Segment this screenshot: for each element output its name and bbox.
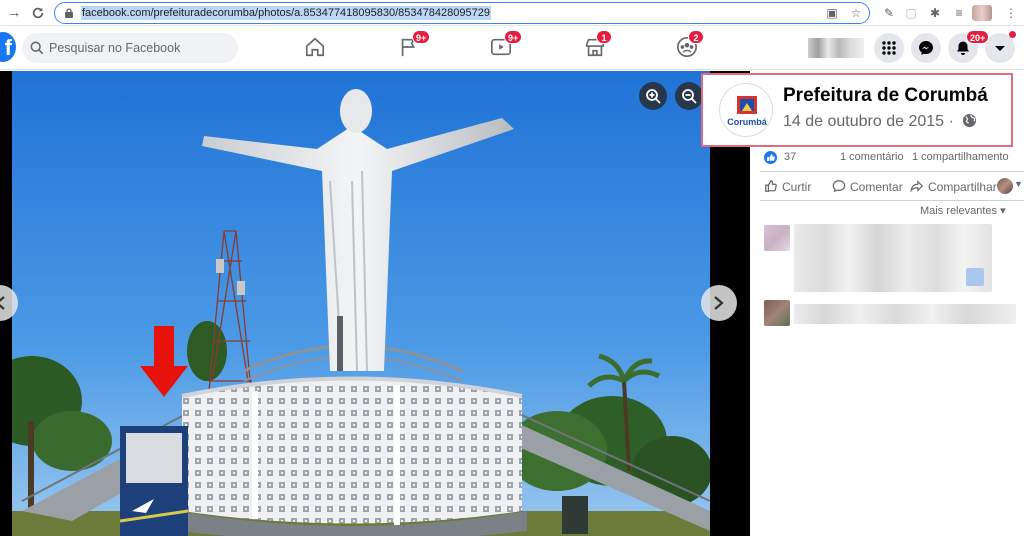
facebook-header: f Pesquisar no Facebook 9+ 9+ 1 2 20+ [0, 26, 1024, 70]
chevron-left-icon [0, 296, 5, 310]
tab-watch[interactable]: 9+ [488, 30, 523, 60]
zoom-in-icon [646, 89, 661, 104]
like-reaction-icon [764, 151, 777, 164]
post-photo[interactable] [12, 71, 710, 536]
facebook-logo[interactable]: f [0, 32, 16, 62]
share-caret-icon[interactable]: ▼ [1014, 179, 1023, 189]
browser-toolbar: → facebook.com/prefeituradecorumba/photo… [0, 0, 1024, 26]
comment-sort-dropdown[interactable]: Mais relevantes ▾ [920, 204, 1006, 214]
corumba-logo [729, 96, 765, 127]
address-bar[interactable]: facebook.com/prefeituradecorumba/photos/… [54, 2, 870, 24]
page-name[interactable]: Prefeitura de Corumbá [783, 85, 988, 107]
shares-count[interactable]: 1 compartilhamento [912, 151, 1009, 163]
comment-blurred-text [794, 304, 1016, 324]
tab-pages[interactable]: 9+ [396, 30, 431, 60]
share-button[interactable]: Compartilhar [910, 179, 998, 194]
globe-icon [963, 113, 977, 128]
browser-menu-icon[interactable]: ⋮ [1004, 6, 1018, 20]
grid-menu-icon [882, 41, 896, 55]
zoom-in-button[interactable] [639, 82, 667, 110]
post-actions: Curtir Comentar Compartilhar ▼ [760, 171, 1024, 201]
extension-pen-icon[interactable]: ✎ [882, 6, 896, 20]
profile-shortcut[interactable] [808, 38, 864, 58]
share-as-avatar[interactable] [997, 178, 1013, 194]
post-date-text[interactable]: 14 de outubro de 2015 · [783, 113, 954, 130]
tab-home[interactable] [302, 34, 328, 60]
page-avatar[interactable]: Corumbá [719, 83, 773, 137]
comment-button[interactable]: Comentar [832, 179, 903, 194]
share-icon [910, 180, 924, 193]
logo-text: Corumbá [727, 117, 767, 127]
search-input[interactable]: Pesquisar no Facebook [22, 33, 238, 63]
commenter-avatar[interactable] [764, 225, 790, 251]
url-text[interactable]: facebook.com/prefeituradecorumba/photos/… [81, 6, 491, 20]
share-label: Compartilhar [928, 180, 997, 194]
comments-count[interactable]: 1 comentário [840, 151, 904, 163]
photo-viewer [0, 71, 750, 536]
thumbs-up-icon [765, 180, 777, 192]
groups-badge: 2 [688, 30, 704, 44]
account-button[interactable] [985, 31, 1016, 63]
bookmark-star-icon[interactable]: ☆ [849, 6, 863, 20]
search-icon [30, 41, 44, 55]
qr-code-icon[interactable]: ▣ [825, 6, 839, 20]
zoom-out-icon [682, 89, 697, 104]
like-label: Curtir [782, 180, 812, 194]
sort-label: Mais relevantes [920, 205, 998, 214]
comment-reaction-blur [966, 268, 984, 286]
notifications-button[interactable]: 20+ [948, 30, 990, 63]
menu-button[interactable] [874, 33, 904, 63]
like-button[interactable]: Curtir [764, 179, 811, 194]
comment-blurred-text [794, 224, 992, 292]
page-header-highlight: Corumbá Prefeitura de Corumbá 14 de outu… [701, 73, 1013, 147]
lock-icon [65, 8, 73, 18]
pages-badge: 9+ [412, 30, 431, 44]
comment-icon [832, 180, 846, 193]
profile-avatar[interactable] [972, 5, 992, 21]
messenger-button[interactable] [911, 33, 941, 63]
comment-label: Comentar [850, 180, 903, 194]
christ-statue-photo [12, 71, 710, 536]
messenger-icon [919, 41, 933, 55]
watch-badge: 9+ [504, 30, 523, 44]
forward-arrow-icon[interactable]: → [4, 3, 24, 23]
reading-list-icon[interactable]: ≡ [952, 6, 966, 20]
next-photo-button[interactable] [701, 285, 737, 321]
extensions-puzzle-icon[interactable]: ✱ [928, 6, 942, 20]
commenter-avatar[interactable] [764, 300, 790, 326]
marketplace-badge: 1 [596, 30, 612, 44]
likes-count[interactable]: 37 [784, 151, 796, 163]
caret-down-icon [995, 46, 1005, 51]
home-icon [305, 37, 325, 57]
search-placeholder: Pesquisar no Facebook [49, 41, 181, 55]
chevron-right-icon [714, 296, 724, 310]
tab-marketplace[interactable]: 1 [582, 30, 612, 60]
extension-box-icon[interactable]: ▢ [904, 6, 918, 20]
tab-groups[interactable]: 2 [674, 30, 704, 60]
post-date[interactable]: 14 de outubro de 2015 · [783, 113, 977, 131]
post-stats: 37 1 comentário 1 compartilhamento [764, 151, 1020, 167]
zoom-out-button[interactable] [675, 82, 703, 110]
notification-dot [1009, 31, 1016, 38]
reload-icon[interactable] [28, 3, 48, 23]
